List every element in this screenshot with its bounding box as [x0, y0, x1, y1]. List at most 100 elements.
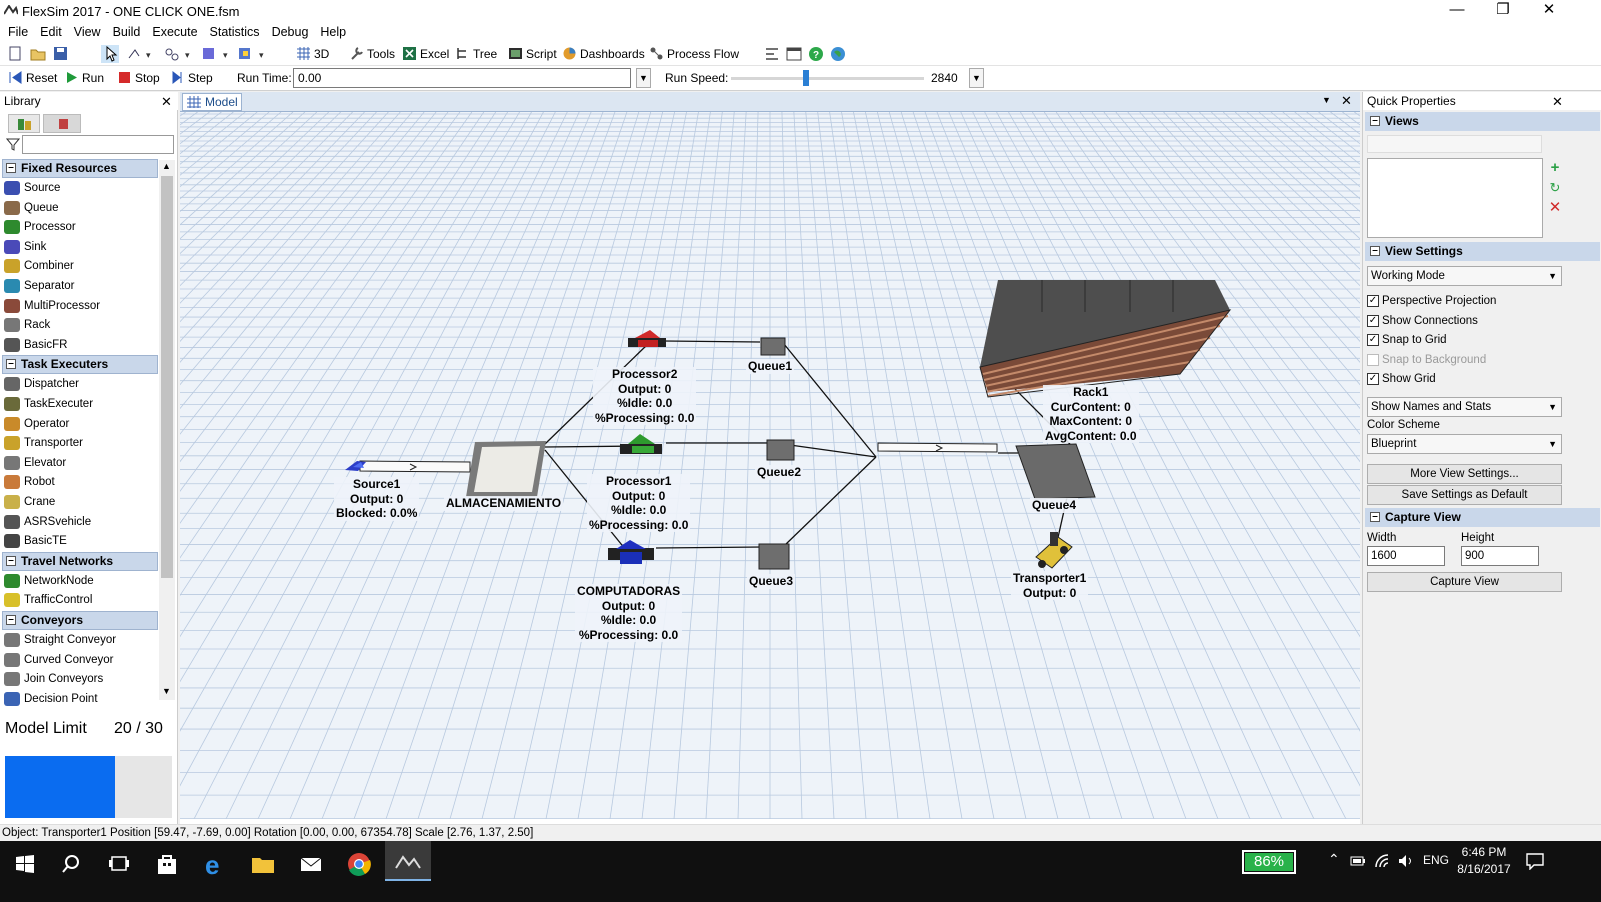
- close-library-icon[interactable]: ✕: [161, 95, 172, 109]
- library-item-networknode[interactable]: NetworkNode: [4, 572, 94, 590]
- save-settings-default-button[interactable]: Save Settings as Default: [1367, 485, 1562, 505]
- capture-view-section-header[interactable]: – Capture View: [1365, 508, 1600, 527]
- show-hidden-icons[interactable]: ⌃: [1328, 851, 1340, 868]
- capture-width-input[interactable]: 1600: [1367, 546, 1445, 566]
- library-item-operator[interactable]: Operator: [4, 415, 69, 433]
- clock[interactable]: 6:46 PM 8/16/2017: [1454, 844, 1514, 878]
- library-item-robot[interactable]: Robot: [4, 473, 55, 491]
- library-category-task-executers[interactable]: – Task Executers: [2, 355, 158, 375]
- rack1-object[interactable]: [979, 280, 1232, 398]
- library-item-taskexecuter[interactable]: TaskExecuter: [4, 395, 93, 413]
- menu-edit[interactable]: Edit: [34, 22, 68, 39]
- chrome-icon[interactable]: [346, 851, 372, 877]
- run-button[interactable]: Run: [64, 69, 104, 87]
- library-item-transporter[interactable]: Transporter: [4, 434, 83, 452]
- select-mode-icon[interactable]: ▾: [163, 45, 193, 63]
- library-item-queue[interactable]: Queue: [4, 199, 59, 217]
- color-scheme-dropdown[interactable]: Blueprint ▼: [1367, 434, 1562, 454]
- library-item-asrsvehicle[interactable]: ASRSvehicle: [4, 513, 91, 531]
- tree-button[interactable]: Tree: [455, 45, 497, 63]
- layout-icon[interactable]: [764, 45, 780, 63]
- library-item-source[interactable]: Source: [4, 179, 60, 197]
- search-icon[interactable]: [58, 851, 84, 877]
- library-item-dispatcher[interactable]: Dispatcher: [4, 375, 79, 393]
- checkbox-show-connections[interactable]: ✓ Show Connections: [1367, 312, 1478, 330]
- scroll-up-icon[interactable]: ▲: [162, 161, 171, 171]
- library-item-elevator[interactable]: Elevator: [4, 454, 66, 472]
- notifications-icon[interactable]: [1525, 852, 1545, 870]
- capture-view-button[interactable]: Capture View: [1367, 572, 1562, 592]
- add-view-icon[interactable]: +: [1547, 160, 1563, 176]
- flexsim-taskbar-button[interactable]: [385, 841, 431, 881]
- library-item-trafficcontrol[interactable]: TrafficControl: [4, 591, 92, 609]
- dashboards-button[interactable]: Dashboards: [562, 45, 645, 63]
- model-tab[interactable]: Model: [182, 93, 242, 111]
- menu-help[interactable]: Help: [314, 22, 352, 39]
- menu-execute[interactable]: Execute: [146, 22, 203, 39]
- checkbox-snap-to-grid[interactable]: ✓ Snap to Grid: [1367, 331, 1447, 349]
- mode-dropdown[interactable]: Working Mode ▼: [1367, 266, 1562, 286]
- close-window-button[interactable]: ✕: [1526, 0, 1572, 22]
- shape-tool-icon[interactable]: ▾: [201, 45, 231, 63]
- object-tool-icon[interactable]: ▾: [237, 45, 267, 63]
- close-quick-properties-icon[interactable]: ✕: [1552, 95, 1563, 109]
- 3d-view-button[interactable]: 3D: [296, 45, 329, 63]
- script-button[interactable]: Script: [508, 45, 557, 63]
- library-item-crane[interactable]: Crane: [4, 493, 55, 511]
- run-speed-dropdown[interactable]: ▼: [969, 68, 984, 88]
- library-item-basicte[interactable]: BasicTE: [4, 532, 67, 550]
- library-item-multiprocessor[interactable]: MultiProcessor: [4, 297, 100, 315]
- menu-view[interactable]: View: [68, 22, 107, 39]
- library-item-rack[interactable]: Rack: [4, 316, 50, 334]
- language-indicator[interactable]: ENG: [1423, 853, 1449, 867]
- processor2-object[interactable]: [628, 330, 666, 347]
- view-settings-section-header[interactable]: – View Settings: [1365, 242, 1600, 261]
- model-3d-canvas[interactable]: Source1 Output: 0 Blocked: 0.0% ALMACENA…: [180, 112, 1360, 819]
- minimize-button[interactable]: —: [1434, 0, 1480, 22]
- library-filter-input[interactable]: [22, 135, 174, 154]
- new-file-icon[interactable]: [8, 45, 22, 63]
- step-button[interactable]: Step: [170, 69, 213, 87]
- library-item-separator[interactable]: Separator: [4, 277, 75, 295]
- scroll-down-icon[interactable]: ▼: [162, 686, 171, 696]
- menu-statistics[interactable]: Statistics: [204, 22, 266, 39]
- checkbox-show-grid[interactable]: ✓ Show Grid: [1367, 370, 1436, 388]
- library-item-join-conveyors[interactable]: Join Conveyors: [4, 670, 103, 688]
- library-scroll-thumb[interactable]: [161, 176, 173, 578]
- queue1-object[interactable]: [760, 337, 786, 356]
- wifi-icon[interactable]: [1374, 853, 1392, 869]
- open-folder-icon[interactable]: [30, 45, 46, 63]
- library-item-sink[interactable]: Sink: [4, 238, 46, 256]
- library-tab-objects[interactable]: [8, 114, 40, 133]
- save-icon[interactable]: [53, 45, 68, 63]
- excel-button[interactable]: Excel: [402, 45, 449, 63]
- window-icon[interactable]: [786, 45, 802, 63]
- tab-menu-icon[interactable]: ▼: [1322, 95, 1331, 105]
- task-view-icon[interactable]: [106, 851, 132, 877]
- library-item-decision-point[interactable]: Decision Point: [4, 690, 98, 708]
- stop-button[interactable]: Stop: [117, 69, 160, 87]
- store-icon[interactable]: [154, 851, 180, 877]
- battery-icon[interactable]: [1350, 855, 1366, 867]
- processor1-object[interactable]: [620, 434, 662, 454]
- run-time-input[interactable]: 0.00: [293, 68, 631, 88]
- mail-icon[interactable]: [298, 851, 324, 877]
- checkbox-perspective-projection[interactable]: ✓ Perspective Projection: [1367, 292, 1496, 310]
- library-scrollbar[interactable]: ▲ ▼: [159, 160, 175, 700]
- process-flow-button[interactable]: Process Flow: [649, 45, 739, 63]
- exit-conveyor[interactable]: [877, 442, 998, 453]
- connect-mode-icon[interactable]: ▾: [126, 45, 156, 63]
- run-speed-slider[interactable]: [803, 70, 809, 86]
- refresh-view-icon[interactable]: ↻: [1547, 180, 1563, 196]
- maximize-button[interactable]: ❐: [1480, 0, 1526, 22]
- globe-icon[interactable]: [830, 45, 846, 63]
- views-section-header[interactable]: – Views: [1365, 112, 1600, 131]
- delete-view-icon[interactable]: ✕: [1547, 200, 1563, 216]
- help-icon[interactable]: ?: [808, 45, 824, 63]
- pointer-mode-icon[interactable]: [101, 45, 119, 63]
- names-stats-dropdown[interactable]: Show Names and Stats ▼: [1367, 397, 1562, 417]
- menu-build[interactable]: Build: [107, 22, 147, 39]
- file-explorer-icon[interactable]: [250, 851, 276, 877]
- menu-file[interactable]: File: [0, 22, 34, 39]
- capture-height-input[interactable]: 900: [1461, 546, 1539, 566]
